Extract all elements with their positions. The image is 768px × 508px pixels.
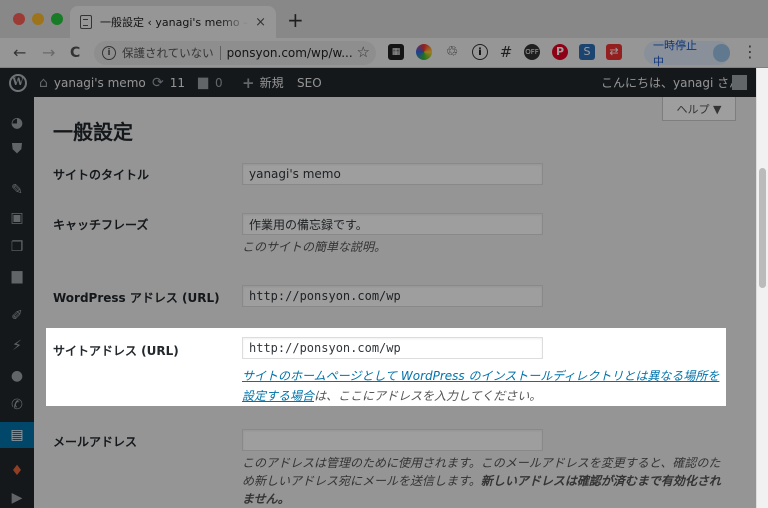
address-bar[interactable]: i 保護されていない ponsyon.com/wp/w... ☆ [94, 41, 376, 65]
wp-admin-bar: W ⌂ yanagi's memo ⟳ 11 ▆ 0 + 新規 SEO こんにち… [0, 68, 756, 97]
email-label: メールアドレス [53, 435, 138, 449]
omnibox-divider [219, 46, 221, 60]
recycle-icon[interactable]: ♲ [444, 44, 460, 60]
shield-icon[interactable]: ⛊ [9, 141, 25, 157]
hash-icon[interactable]: # [498, 44, 514, 60]
help-tab-button[interactable]: ヘルプ ▼ [662, 97, 736, 121]
account-link[interactable]: こんにちは、yanagi さん [601, 68, 741, 97]
browser-tab[interactable]: 一般設定 ‹ yanagi's memo — WordPress × [70, 6, 276, 38]
close-window-button[interactable] [13, 13, 25, 25]
email-desc-line3: ません。 [242, 492, 290, 506]
seo-label: SEO [297, 75, 322, 90]
minimize-window-button[interactable] [32, 13, 44, 25]
site-address-desc-rest: は、ここにアドレスを入力してください。 [314, 389, 542, 403]
updates-count: 11 [169, 75, 186, 90]
greeting: こんにちは、yanagi さん [601, 76, 742, 90]
swap-icon[interactable]: ⇄ [606, 44, 622, 60]
browser-tab-strip: 一般設定 ‹ yanagi's memo — WordPress × + [0, 0, 768, 38]
wp-logo-button[interactable]: W [9, 68, 27, 97]
updates-icon: ⟳ [152, 74, 164, 91]
wp-address-label: WordPress アドレス (URL) [53, 291, 220, 305]
seo-link[interactable]: SEO [297, 68, 322, 97]
tagline-label: キャッチフレーズ [53, 218, 149, 232]
site-name-link[interactable]: ⌂ yanagi's memo [39, 68, 146, 97]
security-warning: 保護されていない [122, 46, 214, 60]
browser-menu-icon[interactable]: ⋮ [742, 42, 758, 61]
site-address-description: サイトのホームページとして WordPress のインストールディレクトリとは異… [242, 366, 727, 406]
dashboard-icon[interactable]: ◕ [9, 115, 25, 131]
pin-icon[interactable]: ✎ [9, 182, 25, 198]
collapse-menu-icon[interactable]: ▶ [9, 490, 25, 506]
site-title-input[interactable]: yanagi's memo [242, 163, 543, 185]
bookmark-star-icon[interactable]: ☆ [357, 43, 370, 61]
tagline-input[interactable]: 作業用の備忘録です。 [242, 213, 543, 235]
admin-sidebar: ◕ ⛊ ✎ ▣ ❐ ▆ ✐ ⚡ ● ✆ ▤ ♦ ▶ [0, 97, 34, 508]
profile-paused-button[interactable]: 一時停止中 [644, 39, 730, 68]
back-button[interactable]: ← [13, 43, 26, 62]
site-address-input[interactable]: http://ponsyon.com/wp [242, 337, 543, 359]
forward-button[interactable]: → [42, 43, 55, 62]
updates-link[interactable]: ⟳ 11 [152, 68, 185, 97]
url-text[interactable]: ponsyon.com/wp/w... [227, 46, 353, 60]
user-avatar[interactable] [732, 75, 747, 90]
new-label: 新規 [259, 76, 284, 90]
tab-title: 一般設定 ‹ yanagi's memo — WordPress [100, 16, 249, 29]
wp-address-input[interactable]: http://ponsyon.com/wp [242, 285, 543, 307]
email-desc-line1: このアドレスは管理のために使用されます。このメールアドレスを変更すると、確認のた [242, 456, 721, 470]
plus-icon: + [242, 73, 255, 92]
screenshot-icon[interactable]: S [579, 44, 595, 60]
browser-toolbar: ← → C i 保護されていない ponsyon.com/wp/w... ☆ ▦… [0, 38, 768, 68]
maximize-window-button[interactable] [51, 13, 63, 25]
tagline-description: このサイトの簡単な説明。 [242, 240, 387, 254]
new-tab-button[interactable]: + [287, 8, 304, 32]
comment-icon: ▆ [198, 75, 208, 90]
off-toggle-icon[interactable]: OFF [524, 44, 540, 60]
scrollbar-thumb[interactable] [759, 168, 766, 288]
comments-menu-icon[interactable]: ▆ [9, 268, 25, 284]
site-title-label: サイトのタイトル [53, 168, 150, 182]
settings-menu-active[interactable]: ▤ [0, 422, 34, 448]
email-desc-line2a: め新しいアドレス宛にメールを送信します。 [242, 474, 481, 488]
document-icon [80, 15, 92, 29]
tools-icon[interactable]: ✆ [9, 397, 25, 413]
settings-icon: ▤ [10, 427, 24, 443]
users-icon[interactable]: ● [9, 368, 25, 384]
email-input[interactable] [242, 429, 543, 451]
email-desc-line2b: 新しいアドレスは確認が済むまで有効化され [480, 474, 721, 488]
info-extension-icon[interactable]: i [472, 44, 488, 60]
comments-count: 0 [215, 75, 223, 90]
tab-close-button[interactable]: × [255, 15, 266, 30]
home-icon: ⌂ [39, 74, 48, 91]
wordpress-logo-icon: W [9, 73, 27, 92]
page-title: 一般設定 [53, 120, 133, 144]
appearance-icon[interactable]: ✐ [9, 308, 25, 324]
color-picker-icon[interactable] [416, 44, 432, 60]
page-scrollbar[interactable] [756, 68, 768, 508]
pages-icon[interactable]: ❐ [9, 239, 25, 255]
plugins-icon[interactable]: ⚡ [9, 338, 25, 354]
paused-label: 一時停止中 [653, 39, 697, 68]
site-name: yanagi's memo [53, 75, 146, 90]
site-address-label: サイトアドレス (URL) [53, 344, 179, 358]
seo-plugin-icon[interactable]: ♦ [9, 463, 25, 479]
new-content-link[interactable]: + 新規 [242, 68, 284, 97]
info-icon[interactable]: i [102, 46, 116, 60]
pinterest-icon[interactable]: P [552, 44, 568, 60]
profile-avatar-icon [712, 44, 730, 62]
reload-button[interactable]: C [70, 45, 80, 61]
email-description: このアドレスは管理のために使用されます。このメールアドレスを変更すると、確認のた… [242, 454, 732, 508]
qr-code-icon[interactable]: ▦ [388, 44, 404, 60]
site-address-link-line1: サイトのホームページとして WordPress のインストールディレクトリとは異… [242, 369, 720, 383]
comments-link[interactable]: ▆ 0 [198, 68, 223, 97]
media-icon[interactable]: ▣ [9, 210, 25, 226]
site-address-link-line2: 設定する場合 [242, 389, 315, 403]
